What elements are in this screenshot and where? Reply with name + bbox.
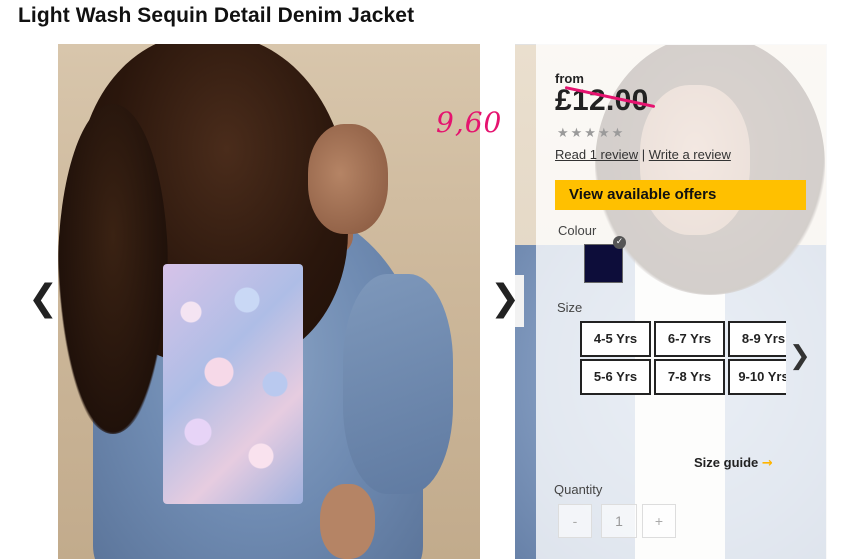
quantity-label: Quantity (554, 482, 603, 497)
sequin-panel (163, 264, 303, 504)
handwritten-price-annotation: 9,60 (436, 106, 503, 139)
colour-label: Colour (558, 223, 597, 238)
size-guide-label: Size guide (694, 455, 759, 470)
sizes-next-chevron-icon[interactable]: ❯ (789, 341, 811, 371)
quantity-decrease-button[interactable]: - (558, 504, 592, 538)
size-option[interactable]: 4-5 Yrs (580, 321, 651, 357)
product-image-main (58, 44, 480, 559)
size-option[interactable]: 7-8 Yrs (654, 359, 725, 395)
read-review-link[interactable]: Read 1 review (555, 147, 638, 162)
view-offers-button[interactable]: View available offers (555, 180, 806, 210)
quantity-input[interactable]: 1 (601, 504, 637, 538)
size-option[interactable]: 8-9 Yrs (728, 321, 786, 357)
gallery-next-arrow-icon[interactable]: ❯ (490, 278, 520, 319)
arrow-right-icon: → (761, 456, 773, 471)
write-review-link[interactable]: Write a review (649, 147, 731, 162)
size-options: 4-5 Yrs 6-7 Yrs 8-9 Yrs 5-6 Yrs 7-8 Yrs … (580, 321, 786, 395)
colour-swatch[interactable] (584, 244, 623, 283)
size-label: Size (557, 300, 583, 315)
review-separator: | (641, 147, 646, 162)
review-links: Read 1 review | Write a review (555, 147, 731, 162)
product-title: Light Wash Sequin Detail Denim Jacket (18, 4, 415, 27)
rating-stars: ★★★★★ (557, 126, 626, 141)
selected-check-icon: ✓ (613, 236, 626, 249)
size-guide-link[interactable]: Size guide → (694, 455, 773, 471)
size-option[interactable]: 5-6 Yrs (580, 359, 651, 395)
size-option[interactable]: 6-7 Yrs (654, 321, 725, 357)
gallery-prev-arrow-icon[interactable]: ❮ (28, 278, 58, 319)
quantity-increase-button[interactable]: + (642, 504, 676, 538)
size-option[interactable]: 9-10 Yrs (728, 359, 786, 395)
